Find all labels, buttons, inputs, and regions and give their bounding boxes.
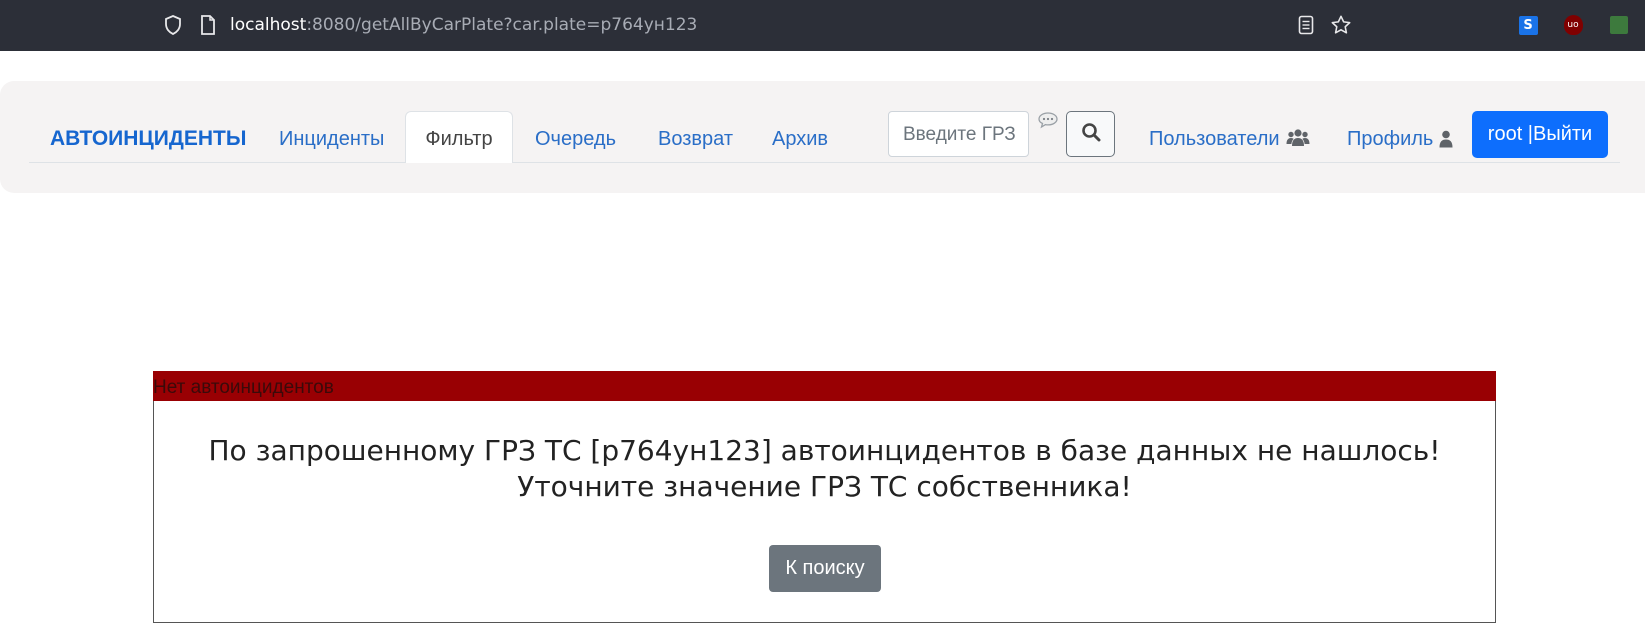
url-host: localhost: [230, 15, 307, 35]
nav-link-archive[interactable]: Архив: [772, 128, 828, 151]
alert-header: Нет автоинцидентов: [153, 371, 1496, 402]
brand-link[interactable]: АВТОИНЦИДЕНТЫ: [50, 127, 246, 151]
nav-tab-filter-label: Фильтр: [425, 128, 493, 150]
back-to-search-button[interactable]: К поиску: [769, 545, 881, 592]
nav-link-profile[interactable]: Профиль: [1347, 128, 1453, 154]
address-bar[interactable]: localhost:8080/getAllByCarPlate?car.plat…: [230, 15, 697, 35]
nav-divider: [29, 162, 1620, 163]
nav-link-users-label: Пользователи: [1149, 128, 1280, 150]
message-line-2: Уточните значение ГРЗ ТС собственника!: [517, 470, 1132, 503]
search-button[interactable]: [1066, 111, 1115, 157]
shield-icon[interactable]: [162, 14, 184, 36]
page-icon[interactable]: [197, 14, 219, 36]
nav-link-profile-label: Профиль: [1347, 128, 1434, 150]
not-found-message: По запрошенному ГРЗ ТС [р764ун123] автои…: [153, 433, 1496, 505]
ublock-icon[interactable]: uo: [1562, 14, 1584, 36]
nav-link-users[interactable]: Пользователи: [1149, 128, 1310, 154]
nav-tab-filter[interactable]: Фильтр: [405, 111, 513, 163]
search-icon: [1081, 122, 1101, 146]
nav-link-incidents[interactable]: Инциденты: [279, 128, 384, 151]
chat-icon: [1037, 111, 1059, 133]
alert-header-title: Нет автоинцидентов: [153, 377, 334, 398]
users-icon: [1286, 128, 1310, 154]
nav-link-return[interactable]: Возврат: [658, 128, 733, 151]
logout-button[interactable]: root |Выйти: [1472, 111, 1608, 158]
nav-link-queue[interactable]: Очередь: [535, 128, 616, 151]
message-line-1: По запрошенному ГРЗ ТС [р764ун123] автои…: [208, 434, 1441, 467]
star-icon[interactable]: [1330, 14, 1352, 36]
url-path: :8080/getAllByCarPlate?car.plate=р764ун1…: [306, 15, 698, 35]
extension-green-icon[interactable]: [1608, 14, 1630, 36]
user-icon: [1439, 130, 1453, 154]
browser-toolbar: localhost:8080/getAllByCarPlate?car.plat…: [0, 0, 1645, 51]
reader-icon[interactable]: [1295, 14, 1317, 36]
extension-s-icon[interactable]: S: [1517, 14, 1539, 36]
plate-search-input[interactable]: Введите ГРЗ: [888, 111, 1029, 157]
